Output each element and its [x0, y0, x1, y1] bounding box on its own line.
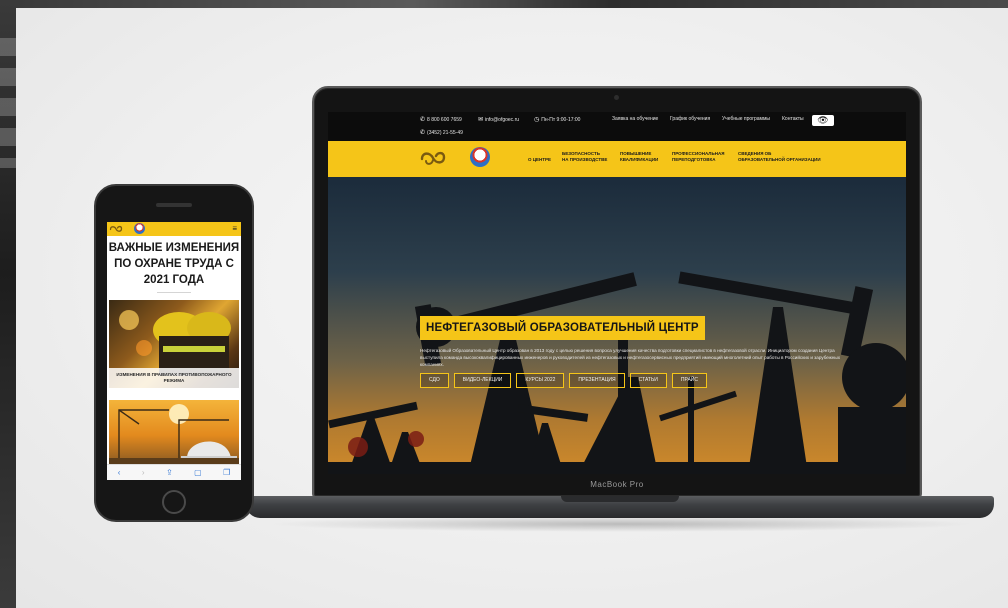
topbar-link-programs[interactable]: Учебные программы: [722, 116, 770, 122]
construction-helmet-image: [109, 404, 239, 464]
mobile-browser-toolbar: ‹ › ⇪ ▢ ❐: [107, 464, 241, 480]
laptop-base: [246, 496, 994, 518]
article-card-fire-safety[interactable]: Изменения в правилах противопожарного ре…: [109, 300, 239, 388]
nav-item-retraining[interactable]: Профессиональная переподготовка: [672, 151, 724, 163]
sdo-button[interactable]: СДО: [420, 373, 449, 388]
hero-button-group: СДО Видео-лекции Курсы 2022 Презентация …: [420, 373, 707, 388]
topbar-link-label: Учебные программы: [722, 116, 771, 122]
mockup-stage: ✆ 8 800 600 7659 ✉ info@ofgoec.ru ◷ Пн-П…: [16, 8, 1008, 608]
tabs-icon[interactable]: ❐: [223, 468, 230, 477]
topbar-phone-text: 8 800 600 7659: [427, 116, 462, 123]
phone-icon: ✆: [420, 130, 426, 136]
mail-icon: ✉: [478, 117, 484, 123]
nav-item-org-info[interactable]: Сведения об образовательной организации: [738, 151, 821, 163]
topbar-phone[interactable]: ✆ 8 800 600 7659: [420, 116, 462, 124]
article-card-label: Изменения в правилах противопожарного ре…: [109, 368, 239, 388]
hamburger-menu-icon[interactable]: ≡: [232, 224, 237, 234]
topbar-email-text: info@ofgoec.ru: [485, 116, 520, 123]
phone-speaker: [156, 203, 192, 207]
topbar-link-label: График обучения: [670, 116, 711, 122]
mobile-header-bar: ≡: [107, 222, 241, 236]
nav-item-line2: переподготовка: [672, 157, 716, 162]
background-left-strip: [0, 0, 16, 608]
price-button[interactable]: Прайс: [671, 373, 707, 388]
topbar-link-schedule[interactable]: График обучения: [670, 116, 710, 122]
topbar-link-application[interactable]: Заявка на обучение: [612, 116, 658, 122]
topbar-hours-text: Пн-Пт 9:00-17:00: [541, 116, 581, 123]
laptop-camera: [614, 95, 619, 100]
topbar-link-label: Заявка на обучение: [612, 116, 659, 122]
nav-item-safety[interactable]: Безопасность на производстве: [562, 151, 607, 163]
nav-item-line2: на производстве: [562, 157, 608, 162]
phone-device: ≡ Важные изменения по охране труда с 202…: [94, 184, 254, 522]
hero-title: Нефтегазовый Образовательный Центр: [420, 316, 705, 340]
nav-item-line2: квалификации: [620, 157, 659, 162]
mobile-partner-badge-icon: [134, 223, 145, 234]
mobile-article-heading: Важные изменения по охране труда с 2021 …: [108, 242, 240, 286]
nav-item-line2: О центре: [528, 157, 552, 162]
laptop-screen: ✆ 8 800 600 7659 ✉ info@ofgoec.ru ◷ Пн-П…: [328, 112, 906, 474]
share-icon[interactable]: ⇪: [166, 468, 173, 477]
mobile-logo-icon[interactable]: [109, 224, 123, 234]
laptop-shadow: [266, 516, 976, 532]
nav-item-line2: образовательной организации: [738, 157, 821, 162]
presentation-button[interactable]: Презентация: [569, 373, 625, 388]
site-main-nav: О центре Безопасность на производстве По…: [328, 141, 906, 177]
topbar-link-contacts[interactable]: Контакты: [782, 116, 804, 122]
topbar-link-label: Контакты: [782, 116, 804, 122]
articles-button[interactable]: Статьи: [629, 373, 667, 388]
nav-item-qualification[interactable]: Повышение квалификации: [620, 151, 658, 163]
partner-badge-icon: [470, 147, 490, 167]
video-lectures-button[interactable]: Видео-лекции: [453, 373, 512, 388]
background-ghost-text: [0, 38, 16, 168]
phone-screen: ≡ Важные изменения по охране труда с 202…: [107, 222, 241, 480]
laptop-notch: [561, 496, 679, 502]
laptop-lid: ✆ 8 800 600 7659 ✉ info@ofgoec.ru ◷ Пн-П…: [312, 86, 922, 498]
laptop-model-label: MacBook Pro: [590, 480, 644, 489]
phone-icon: ✆: [420, 117, 426, 123]
eye-icon: 👁: [817, 115, 829, 125]
book-icon[interactable]: ▢: [194, 468, 202, 477]
back-icon[interactable]: ‹: [118, 468, 121, 477]
site-logo-icon[interactable]: [420, 148, 446, 168]
hero-description: Нефтегазовый Образовательный Центр образ…: [420, 348, 840, 367]
heading-divider: [157, 292, 191, 293]
hero-section: Нефтегазовый Образовательный Центр Нефте…: [328, 177, 906, 474]
courses-button[interactable]: Курсы 2022: [516, 373, 565, 388]
accessibility-button[interactable]: 👁: [812, 115, 834, 126]
article-card-construction[interactable]: [109, 400, 239, 464]
site-topbar: ✆ 8 800 600 7659 ✉ info@ofgoec.ru ◷ Пн-П…: [328, 112, 906, 141]
topbar-email[interactable]: ✉ info@ofgoec.ru: [478, 116, 520, 124]
nav-item-about[interactable]: О центре: [528, 157, 551, 163]
topbar-phone-2[interactable]: ✆ (3452) 21-55-49: [420, 129, 463, 137]
clock-icon: ◷: [534, 117, 540, 123]
phone-home-button[interactable]: [162, 490, 186, 514]
topbar-hours: ◷ Пн-Пт 9:00-17:00: [534, 116, 581, 124]
topbar-phone-2-text: (3452) 21-55-49: [427, 129, 463, 136]
forward-icon[interactable]: ›: [142, 468, 145, 477]
